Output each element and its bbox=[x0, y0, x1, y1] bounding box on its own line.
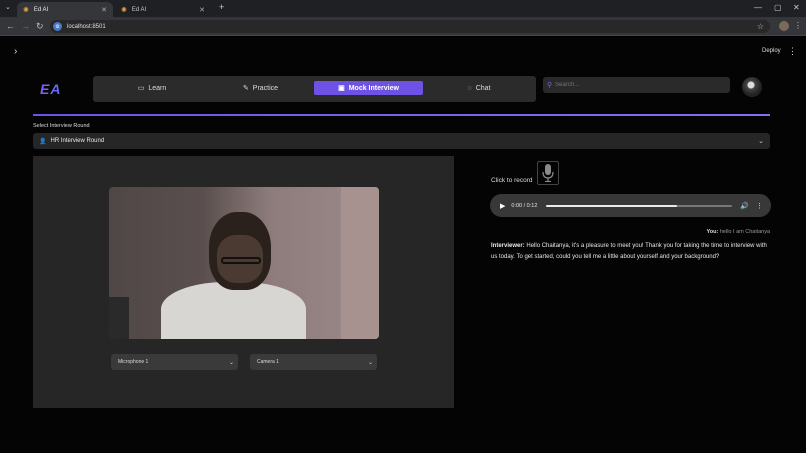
user-text: hello I am Chaitanya bbox=[719, 229, 770, 235]
address-bar[interactable]: ⚙ localhost:8501 ☆ bbox=[50, 20, 770, 33]
microphone-select[interactable]: Microphone 1 ⌄ bbox=[111, 354, 238, 370]
person-shirt bbox=[161, 282, 306, 339]
nav-label: Mock Interview bbox=[348, 84, 399, 92]
pencil-icon: ✎ bbox=[242, 85, 249, 92]
chevron-down-icon: ⌄ bbox=[367, 359, 373, 366]
user-message: You: hello I am Chaitanya bbox=[600, 229, 770, 235]
nav-chat[interactable]: ◌ Chat bbox=[449, 81, 509, 95]
audio-menu-icon[interactable]: ⋮ bbox=[756, 202, 763, 210]
interviewer-text: Hello Chaitanya, it's a pleasure to meet… bbox=[491, 243, 767, 260]
app-menu-icon[interactable]: ⋮ bbox=[788, 46, 797, 57]
browser-tab-bar: ⌄ ✺ Ed AI ✕ ✺ Ed AI ✕ + — ▢ ✕ bbox=[0, 0, 806, 17]
background-chair bbox=[109, 297, 129, 339]
chat-icon: ◌ bbox=[467, 84, 472, 92]
nav-label: Chat bbox=[475, 84, 491, 92]
briefcase-icon: ▣ bbox=[338, 85, 345, 92]
search-icon: ⚲ bbox=[547, 82, 553, 89]
search-input[interactable] bbox=[555, 82, 726, 88]
tab-title: Ed AI bbox=[33, 6, 49, 13]
chevron-down-icon: ⌄ bbox=[228, 359, 234, 366]
person-glasses bbox=[221, 257, 261, 264]
interviewer-message: Interviewer: Hello Chaitanya, it's a ple… bbox=[491, 241, 771, 263]
minimize-button[interactable]: — bbox=[754, 3, 762, 12]
avatar[interactable] bbox=[742, 77, 762, 97]
nav-mock-interview[interactable]: ▣ Mock Interview bbox=[314, 81, 423, 95]
close-window-button[interactable]: ✕ bbox=[793, 3, 800, 12]
person-icon: 👤 bbox=[39, 138, 47, 145]
background-wall bbox=[341, 187, 379, 339]
nav-practice[interactable]: ✎ Practice bbox=[223, 81, 298, 95]
reload-icon[interactable]: ↻ bbox=[36, 21, 44, 32]
nav-label: Learn bbox=[148, 84, 167, 92]
site-info-icon[interactable]: ⚙ bbox=[53, 22, 62, 31]
browser-tab-active[interactable]: ✺ Ed AI ✕ bbox=[17, 2, 113, 17]
profile-icon[interactable] bbox=[779, 21, 789, 31]
tab-title: Ed AI bbox=[131, 6, 147, 13]
camera-value: Camera 1 bbox=[257, 359, 279, 365]
volume-icon[interactable]: 🔊 bbox=[740, 202, 749, 210]
tab-close-icon[interactable]: ✕ bbox=[101, 6, 107, 14]
record-label: Click to record bbox=[491, 177, 533, 184]
user-label: You: bbox=[706, 229, 719, 235]
record-button[interactable] bbox=[537, 161, 559, 185]
play-icon[interactable]: ▶ bbox=[500, 202, 505, 210]
round-value: HR Interview Round bbox=[50, 138, 105, 144]
logo: EA bbox=[40, 81, 62, 97]
camera-select[interactable]: Camera 1 ⌄ bbox=[250, 354, 377, 370]
search-box[interactable]: ⚲ bbox=[543, 77, 730, 93]
interview-round-select[interactable]: 👤 HR Interview Round ⌄ bbox=[33, 133, 770, 149]
audio-progress-fill bbox=[546, 204, 677, 207]
maximize-button[interactable]: ▢ bbox=[774, 3, 782, 12]
chevron-down-icon: ⌄ bbox=[758, 138, 764, 145]
microphone-value: Microphone 1 bbox=[118, 359, 149, 365]
microphone-icon bbox=[542, 164, 554, 182]
tab-close-icon[interactable]: ✕ bbox=[199, 6, 205, 14]
bookmark-star-icon[interactable]: ☆ bbox=[757, 22, 764, 31]
nav-label: Practice bbox=[252, 84, 279, 92]
sidebar-expand-icon[interactable]: › bbox=[14, 46, 17, 57]
new-tab-button[interactable]: + bbox=[219, 2, 224, 12]
webcam-feed bbox=[109, 187, 379, 339]
url-text: localhost:8501 bbox=[67, 23, 106, 30]
main-nav: ▭ Learn ✎ Practice ▣ Mock Interview ◌ Ch… bbox=[93, 76, 536, 102]
app-content: › Deploy ⋮ EA ▭ Learn ✎ Practice ▣ Mock … bbox=[0, 37, 806, 453]
browser-toolbar: ← → ↻ ⚙ localhost:8501 ☆ ⋮ bbox=[0, 17, 806, 36]
divider bbox=[33, 114, 770, 116]
back-icon[interactable]: ← bbox=[6, 21, 15, 31]
video-panel: Microphone 1 ⌄ Camera 1 ⌄ bbox=[33, 156, 454, 408]
book-icon: ▭ bbox=[137, 85, 145, 92]
favicon-icon: ✺ bbox=[121, 6, 127, 14]
deploy-button[interactable]: Deploy bbox=[762, 48, 781, 54]
audio-time: 0:00 / 0:12 bbox=[511, 202, 538, 209]
round-label: Select Interview Round bbox=[33, 123, 90, 129]
favicon-icon: ✺ bbox=[23, 6, 29, 14]
nav-learn[interactable]: ▭ Learn bbox=[123, 81, 181, 95]
interviewer-label: Interviewer: bbox=[491, 243, 525, 249]
tab-search-icon[interactable]: ⌄ bbox=[5, 3, 11, 11]
browser-menu-icon[interactable]: ⋮ bbox=[794, 21, 802, 30]
forward-icon[interactable]: → bbox=[21, 21, 30, 31]
audio-progress-bar[interactable] bbox=[546, 204, 733, 207]
browser-tab[interactable]: ✺ Ed AI ✕ bbox=[115, 2, 211, 17]
audio-player: ▶ 0:00 / 0:12 🔊 ⋮ bbox=[490, 194, 771, 217]
